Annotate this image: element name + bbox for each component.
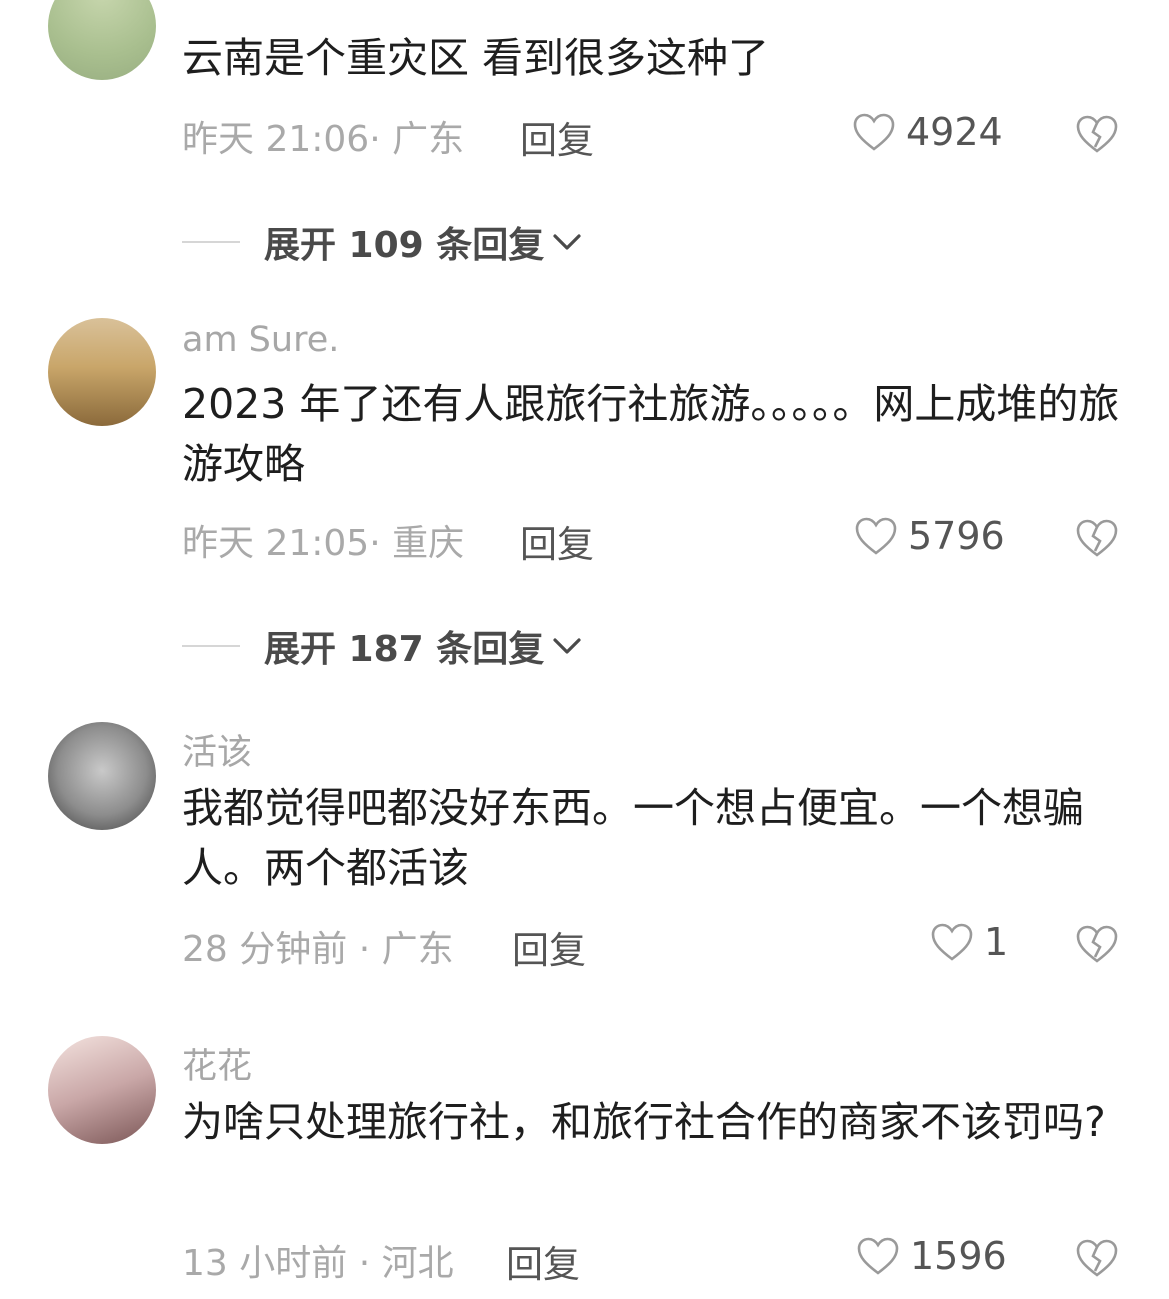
heart-icon [857, 1237, 899, 1275]
divider [182, 241, 240, 243]
comment-time-location: 28 分钟前 · 广东 [182, 929, 454, 970]
like-button[interactable]: 1596 [856, 1234, 1007, 1278]
like-button[interactable]: 1 [930, 920, 1008, 964]
like-button[interactable]: 4924 [852, 110, 1003, 154]
expand-replies-button[interactable]: 展开 187 条回复 [182, 620, 584, 672]
comment-text: 我都觉得吧都没好东西。一个想占便宜。一个想骗人。两个都活该 [182, 784, 1084, 892]
like-count: 1 [984, 920, 1009, 964]
like-button[interactable]: 5796 [854, 514, 1005, 558]
expand-replies-label: 展开 187 条回复 [264, 629, 545, 670]
reply-button[interactable]: 回复 [512, 920, 586, 974]
chevron-down-icon [553, 234, 581, 250]
like-count: 4924 [906, 110, 1003, 154]
avatar[interactable] [48, 722, 156, 830]
username[interactable]: am Sure. [182, 320, 339, 360]
broken-heart-icon[interactable] [1075, 1238, 1119, 1278]
expand-replies-button[interactable]: 展开 109 条回复 [182, 216, 584, 268]
chevron-down-icon [553, 638, 581, 654]
avatar[interactable] [48, 318, 156, 426]
avatar[interactable] [48, 1036, 156, 1144]
comment-text: 为啥只处理旅行社，和旅行社合作的商家不该罚吗? [182, 1098, 1106, 1146]
heart-icon [855, 517, 897, 555]
username[interactable]: 活该 [182, 724, 252, 775]
comment-text: 云南是个重灾区 看到很多这种了 [182, 34, 770, 82]
broken-heart-icon[interactable] [1075, 114, 1119, 154]
like-count: 5796 [908, 514, 1005, 558]
heart-icon [931, 923, 973, 961]
avatar[interactable] [48, 0, 156, 80]
username[interactable]: 花花 [182, 1038, 252, 1089]
comment-time-location: 13 小时前 · 河北 [182, 1243, 454, 1284]
reply-button[interactable]: 回复 [520, 514, 594, 568]
like-count: 1596 [910, 1234, 1007, 1278]
reply-button[interactable]: 回复 [506, 1234, 580, 1288]
comment-text: 2023 年了还有人跟旅行社旅游。。。。。网上成堆的旅游攻略 [182, 380, 1120, 488]
divider [182, 645, 240, 647]
broken-heart-icon[interactable] [1075, 924, 1119, 964]
broken-heart-icon[interactable] [1075, 518, 1119, 558]
comment-time-location: 昨天 21:05· 重庆 [182, 523, 465, 564]
reply-button[interactable]: 回复 [520, 110, 594, 164]
heart-icon [853, 113, 895, 151]
expand-replies-label: 展开 109 条回复 [264, 225, 545, 266]
comment-time-location: 昨天 21:06· 广东 [182, 119, 465, 160]
